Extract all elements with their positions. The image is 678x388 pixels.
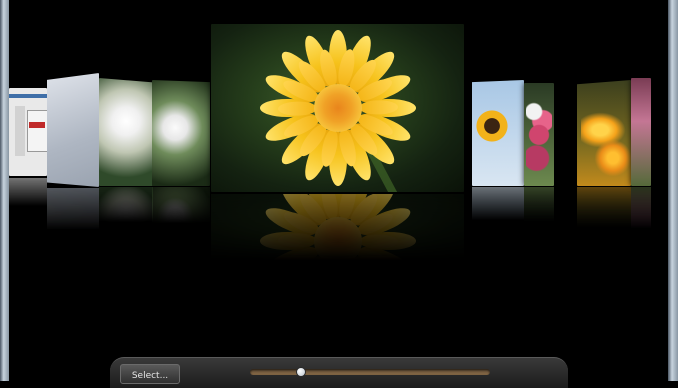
photo-card-snapdragons[interactable] (524, 83, 554, 186)
selected-photo-reflection (211, 194, 464, 289)
photo-carousel[interactable] (9, 0, 668, 381)
photo-reflection (631, 187, 651, 247)
photo-reflection (47, 188, 99, 248)
select-button[interactable]: Select... (120, 364, 180, 384)
photo-card-sunflower[interactable] (472, 80, 524, 186)
photo-reflection (472, 187, 524, 235)
photo-reflection (524, 187, 554, 237)
photo-card-lily[interactable] (152, 80, 210, 186)
photo-card-selected[interactable] (211, 24, 464, 192)
photo-card-pink-blossoms[interactable] (631, 78, 651, 186)
window-frame-left (0, 0, 9, 381)
window-frame-right (668, 0, 678, 381)
photo-reflection (577, 187, 631, 245)
photo-reflection (152, 187, 210, 239)
photo-card-screenshot[interactable] (9, 88, 47, 176)
photo-card-orange-flowers[interactable] (577, 80, 631, 186)
slider-thumb[interactable] (296, 367, 307, 377)
photo-reflection (99, 187, 153, 237)
photo-card-chrysanthemum[interactable] (99, 78, 153, 186)
control-bar: Select... (110, 357, 568, 388)
navigation-slider[interactable] (250, 367, 490, 377)
photo-card-paper[interactable] (47, 73, 99, 187)
photo-reflection (9, 178, 47, 218)
